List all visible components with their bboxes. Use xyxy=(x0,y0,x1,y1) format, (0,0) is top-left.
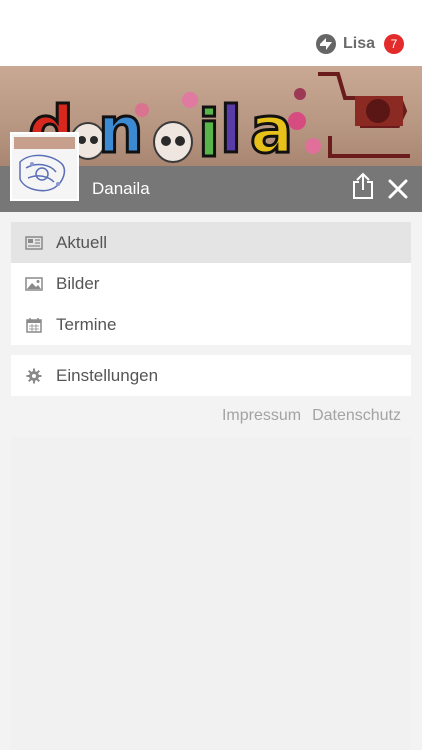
image-icon xyxy=(25,276,43,292)
avatar-image xyxy=(12,134,77,199)
footer-links: Impressum Datenschutz xyxy=(222,407,401,425)
svg-text:a: a xyxy=(250,94,293,166)
menu-item-einstellungen[interactable]: Einstellungen xyxy=(11,355,411,396)
svg-text:i: i xyxy=(198,98,220,166)
svg-text:n: n xyxy=(98,94,144,166)
content-area xyxy=(11,437,411,750)
user-chip[interactable]: Lisa 7 xyxy=(315,32,404,56)
menu-label: Bilder xyxy=(56,273,100,293)
settings-menu: Einstellungen xyxy=(11,355,411,396)
page-avatar[interactable] xyxy=(10,132,79,201)
menu-item-termine[interactable]: Termine xyxy=(11,304,411,345)
gear-icon xyxy=(25,368,43,384)
svg-text:l: l xyxy=(220,94,242,166)
share-icon[interactable] xyxy=(351,172,375,200)
calendar-icon xyxy=(25,317,43,333)
user-name: Lisa xyxy=(342,35,375,52)
menu-label: Termine xyxy=(56,314,117,334)
menu-label: Einstellungen xyxy=(56,365,159,385)
navigation-menu: Aktuell Bilder Termine xyxy=(11,222,411,345)
newspaper-icon xyxy=(25,235,43,251)
menu-item-aktuell[interactable]: Aktuell xyxy=(11,222,411,263)
datenschutz-link[interactable]: Datenschutz xyxy=(312,407,401,425)
menu-label: Aktuell xyxy=(56,232,108,252)
app-logo-icon xyxy=(315,34,336,54)
close-icon[interactable] xyxy=(387,178,409,200)
top-bar: Lisa 7 xyxy=(0,0,422,66)
notification-badge[interactable]: 7 xyxy=(384,34,404,54)
impressum-link[interactable]: Impressum xyxy=(222,407,301,425)
page-title: Danaila xyxy=(92,179,150,198)
menu-item-bilder[interactable]: Bilder xyxy=(11,263,411,304)
